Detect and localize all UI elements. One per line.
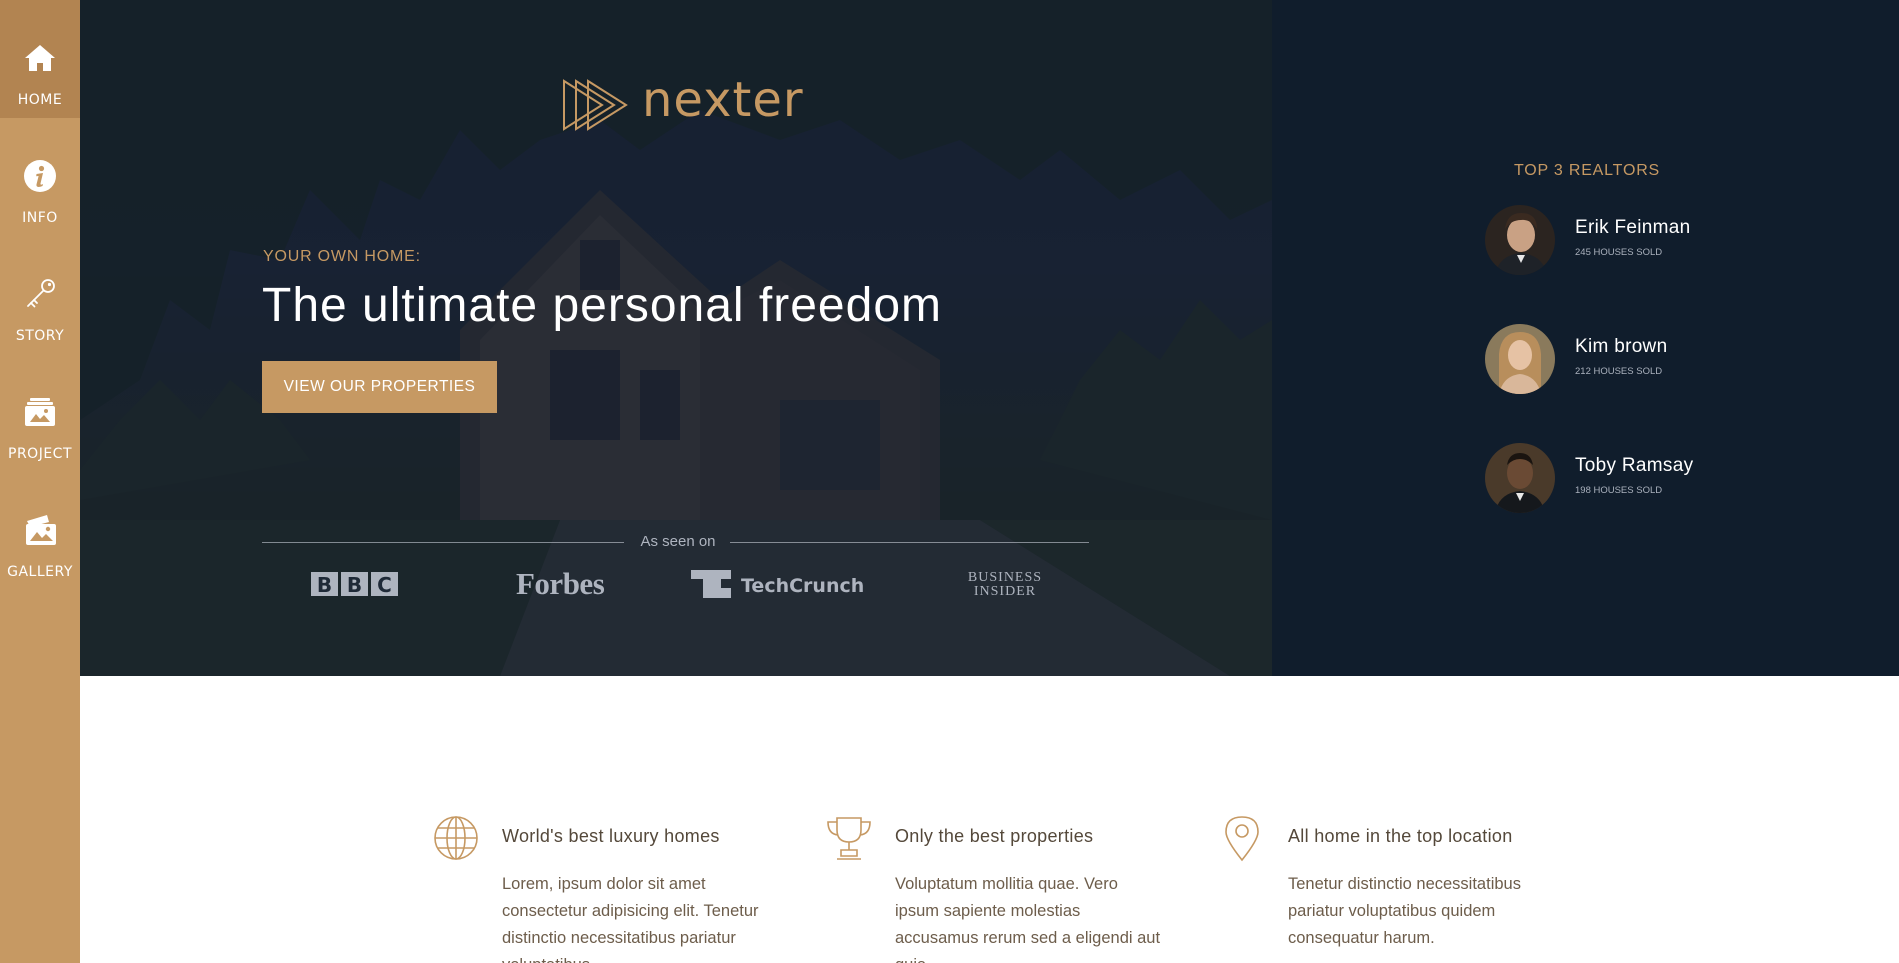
techcrunch-logo: TechCrunch <box>691 570 864 598</box>
avatar <box>1485 324 1555 394</box>
realtor-card[interactable]: Kim brown 212 HOUSES SOLD <box>1485 324 1785 398</box>
feature-title: All home in the top location <box>1288 826 1513 846</box>
realtor-sold-count: 245 HOUSES SOLD <box>1575 247 1663 258</box>
key-icon <box>27 279 55 308</box>
feature-item: Only the best properties Voluptatum moll… <box>825 814 1185 963</box>
view-properties-button[interactable]: VIEW OUR PROPERTIES <box>262 361 497 413</box>
avatar <box>1485 205 1555 275</box>
bbc-logo: B B C <box>311 572 398 597</box>
hero-headline: The ultimate personal freedom <box>262 279 942 332</box>
hero-section: nexter YOUR OWN HOME: The ultimate perso… <box>80 0 1272 676</box>
realtor-name: Erik Feinman <box>1575 217 1691 238</box>
feature-title: World's best luxury homes <box>502 826 720 846</box>
sidebar-item-label: GALLERY <box>7 564 73 580</box>
sidebar-item-label: INFO <box>22 210 58 226</box>
logo-text: nexter <box>642 72 804 128</box>
business-insider-logo: BUSINESS INSIDER <box>967 570 1043 599</box>
realtor-card[interactable]: Erik Feinman 245 HOUSES SOLD <box>1485 205 1785 279</box>
project-icon <box>25 398 55 426</box>
realtor-sold-count: 198 HOUSES SOLD <box>1575 485 1663 496</box>
svg-text:B: B <box>347 573 362 597</box>
realtor-card[interactable]: Toby Ramsay 198 HOUSES SOLD <box>1485 443 1785 517</box>
forbes-logo: Forbes <box>516 566 605 601</box>
sidebar-item-home[interactable]: HOME <box>0 0 80 118</box>
sidebar-item-label: HOME <box>17 92 63 108</box>
realtors-title: TOP 3 REALTORS <box>1513 162 1661 179</box>
hero-eyebrow: YOUR OWN HOME: <box>263 248 421 265</box>
map-pin-icon <box>1225 816 1259 862</box>
feature-body: Voluptatum mollitia quae. Vero ipsum sap… <box>895 875 1161 963</box>
seen-on-label: As seen on <box>640 533 716 550</box>
globe-icon <box>434 816 478 860</box>
realtor-name: Toby Ramsay <box>1575 455 1694 476</box>
gallery-icon <box>26 515 56 545</box>
sidebar-item-info[interactable]: INFO <box>0 118 80 236</box>
trophy-icon <box>827 817 871 860</box>
avatar <box>1485 443 1555 513</box>
sidebar-item-label: PROJECT <box>8 446 72 462</box>
feature-item: All home in the top location Tenetur dis… <box>1218 814 1578 963</box>
feature-title: Only the best properties <box>895 826 1094 846</box>
realtor-sold-count: 212 HOUSES SOLD <box>1575 366 1663 377</box>
sidebar: HOME INFO STORY PROJECT GALLERY <box>0 0 80 963</box>
sidebar-item-label: STORY <box>15 328 65 344</box>
svg-text:B: B <box>317 573 332 597</box>
home-icon <box>25 45 55 71</box>
realtors-panel: TOP 3 REALTORS Erik Feinman 245 HOUSES S… <box>1272 0 1899 676</box>
feature-body: Lorem, ipsum dolor sit amet consectetur … <box>502 875 759 963</box>
nexter-logo[interactable]: nexter <box>562 72 804 132</box>
realtor-name: Kim brown <box>1575 336 1668 357</box>
sidebar-item-story[interactable]: STORY <box>0 236 80 354</box>
divider <box>730 542 1089 543</box>
info-icon <box>24 160 56 192</box>
play-triangles-icon <box>563 79 628 131</box>
sidebar-item-project[interactable]: PROJECT <box>0 354 80 472</box>
sidebar-item-gallery[interactable]: GALLERY <box>0 472 80 590</box>
svg-text:TechCrunch: TechCrunch <box>741 575 864 597</box>
feature-body: Tenetur distinctio necessitatibus pariat… <box>1288 875 1521 947</box>
feature-item: World's best luxury homes Lorem, ipsum d… <box>432 814 792 963</box>
divider <box>262 542 624 543</box>
svg-text:C: C <box>377 573 392 597</box>
